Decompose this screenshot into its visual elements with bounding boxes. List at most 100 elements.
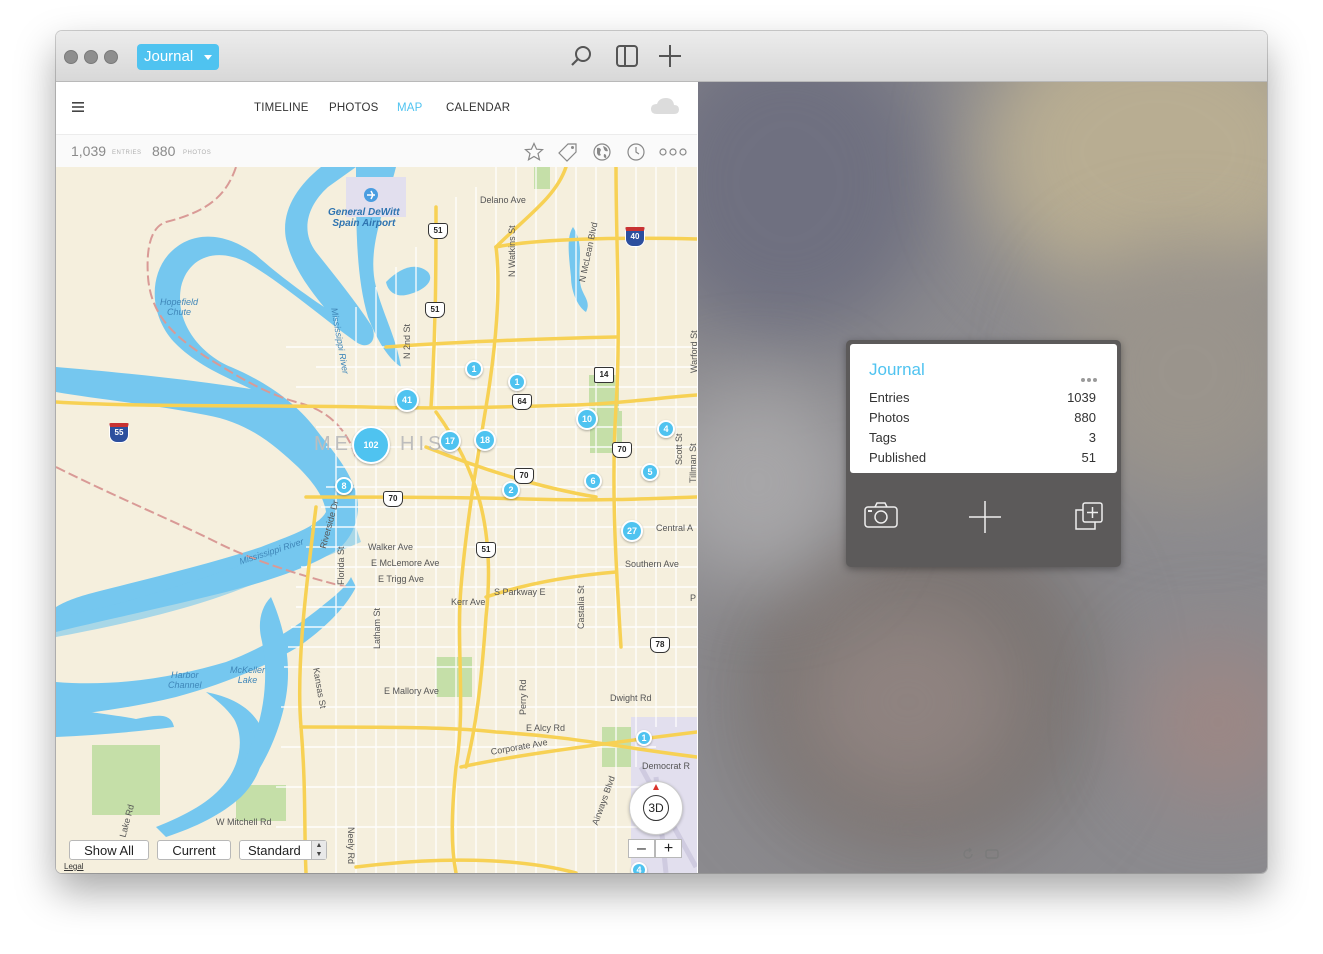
show-all-button[interactable]: Show All bbox=[69, 840, 149, 860]
tab-map[interactable]: MAP bbox=[397, 102, 423, 114]
map-street-label: Florida St bbox=[336, 546, 346, 585]
tab-timeline[interactable]: TIMELINE bbox=[254, 102, 309, 114]
interstate-shield: 55 bbox=[109, 423, 129, 443]
map-street-label: Kerr Ave bbox=[451, 597, 486, 607]
map-street-label: Delano Ave bbox=[480, 195, 526, 205]
water-label: Harbor Channel bbox=[168, 670, 202, 690]
city-label: HIS bbox=[400, 433, 446, 455]
map-entry-pin[interactable]: 18 bbox=[474, 429, 496, 451]
map-street-label: Scott St bbox=[674, 433, 684, 465]
camera-icon[interactable] bbox=[864, 501, 898, 529]
highway-shield: 14 bbox=[594, 367, 614, 383]
highway-shield: 51 bbox=[476, 542, 496, 558]
map-entry-pin[interactable]: 41 bbox=[395, 388, 419, 412]
journal-selector-label: Journal bbox=[144, 48, 194, 65]
3d-toggle-button[interactable]: 3D bbox=[643, 795, 669, 821]
map-street-label: Central A bbox=[656, 523, 694, 533]
interstate-shield: 40 bbox=[625, 227, 645, 247]
nav-bar: TIMELINE PHOTOS MAP CALENDAR bbox=[56, 82, 697, 134]
search-icon[interactable] bbox=[569, 43, 595, 69]
journal-card-title: Journal bbox=[869, 360, 925, 379]
map-street-label: P bbox=[690, 593, 697, 603]
map-view[interactable]: Delano Ave N Watkins St N McLean Blvd Wa… bbox=[56, 167, 697, 873]
globe-icon[interactable] bbox=[592, 142, 612, 162]
tags-row-value: 3 bbox=[1088, 430, 1096, 445]
map-style-value: Standard bbox=[248, 843, 301, 858]
map-street-label: W Mitchell Rd bbox=[216, 817, 272, 827]
compass-control[interactable]: 3D bbox=[629, 781, 683, 835]
map-entry-pin[interactable]: 5 bbox=[641, 463, 659, 481]
map-street-label: N 2nd St bbox=[402, 323, 412, 359]
map-entry-pin[interactable]: 10 bbox=[576, 408, 598, 430]
sidebar-toggle-icon[interactable] bbox=[614, 43, 640, 69]
map-street-label: Warford St bbox=[689, 330, 697, 373]
map-canvas bbox=[56, 167, 697, 873]
minimize-window-button[interactable] bbox=[84, 50, 98, 64]
current-location-button[interactable]: Current bbox=[157, 840, 231, 860]
menu-icon[interactable] bbox=[72, 101, 84, 113]
more-icon[interactable] bbox=[659, 142, 687, 162]
title-bar: Journal bbox=[56, 31, 1267, 82]
entries-label: ENTRIES bbox=[112, 150, 142, 156]
published-row-label: Published bbox=[869, 450, 927, 465]
tab-photos[interactable]: PHOTOS bbox=[329, 102, 379, 114]
zoom-window-button[interactable] bbox=[104, 50, 118, 64]
journal-card-info: Journal Entries 1039 Photos 880 Tags 3 P… bbox=[850, 344, 1117, 473]
more-icon[interactable] bbox=[1079, 369, 1097, 387]
refresh-icon[interactable] bbox=[961, 847, 975, 861]
journal-card[interactable]: Journal Entries 1039 Photos 880 Tags 3 P… bbox=[846, 340, 1121, 567]
map-entry-pin[interactable]: 4 bbox=[657, 420, 675, 438]
map-entry-pin[interactable]: 4 bbox=[631, 862, 647, 873]
chevron-down-icon bbox=[204, 55, 212, 60]
photos-label: PHOTOS bbox=[183, 150, 212, 156]
photos-row-label: Photos bbox=[869, 410, 910, 425]
city-label: ME bbox=[314, 433, 352, 455]
map-entry-pin[interactable]: 1 bbox=[465, 360, 483, 378]
map-style-select[interactable]: Standard ▲ ▼ bbox=[239, 840, 327, 860]
map-street-label: E McLemore Ave bbox=[371, 558, 440, 568]
published-row-value: 51 bbox=[1081, 450, 1096, 465]
stats-bar: 1,039 ENTRIES 880 PHOTOS bbox=[56, 134, 697, 168]
map-street-label: E Mallory Ave bbox=[384, 686, 439, 696]
highway-shield: 70 bbox=[514, 468, 534, 484]
tag-icon[interactable] bbox=[558, 142, 578, 162]
map-entry-pin[interactable]: 6 bbox=[584, 472, 602, 490]
plus-icon[interactable] bbox=[968, 500, 1002, 534]
map-entry-pin[interactable]: 27 bbox=[621, 520, 643, 542]
legal-link[interactable]: Legal bbox=[64, 862, 84, 871]
map-street-label: Southern Ave bbox=[625, 559, 679, 569]
star-icon[interactable] bbox=[524, 142, 544, 162]
tab-calendar[interactable]: CALENDAR bbox=[446, 102, 510, 114]
zoom-in-button[interactable]: + bbox=[655, 839, 682, 858]
map-street-label: E Trigg Ave bbox=[378, 574, 424, 584]
highway-shield: 70 bbox=[612, 442, 632, 458]
cloud-sync-icon[interactable] bbox=[650, 96, 680, 116]
map-street-label: Tillman St bbox=[688, 443, 697, 483]
plus-icon[interactable] bbox=[657, 43, 683, 69]
journal-selector-button[interactable]: Journal bbox=[137, 44, 219, 70]
compass-north-icon bbox=[653, 784, 659, 790]
background-blur bbox=[798, 602, 1018, 802]
map-street-label: Dwight Rd bbox=[610, 693, 652, 703]
map-entry-pin[interactable]: 102 bbox=[352, 426, 390, 464]
map-entry-pin[interactable]: 1 bbox=[636, 730, 652, 746]
highway-shield: 51 bbox=[425, 302, 445, 318]
main-pane: TIMELINE PHOTOS MAP CALENDAR 1,039 ENTRI… bbox=[56, 82, 697, 873]
highway-shield: 51 bbox=[428, 223, 448, 239]
background-blur bbox=[698, 82, 938, 342]
photos-count: 880 bbox=[152, 143, 176, 159]
entries-count: 1,039 bbox=[71, 143, 107, 159]
map-street-label: Perry Rd bbox=[518, 679, 528, 715]
map-entry-pin[interactable]: 1 bbox=[508, 373, 526, 391]
map-entry-pin[interactable]: 8 bbox=[335, 477, 353, 495]
map-entry-pin[interactable]: 17 bbox=[439, 430, 461, 452]
map-entry-pin[interactable]: 2 bbox=[502, 481, 520, 499]
zoom-out-button[interactable]: – bbox=[628, 839, 655, 858]
preview-icon[interactable] bbox=[985, 849, 999, 859]
close-window-button[interactable] bbox=[64, 50, 78, 64]
map-street-label: S Parkway E bbox=[494, 587, 546, 597]
clock-icon[interactable] bbox=[626, 142, 646, 162]
duplicate-icon[interactable] bbox=[1074, 501, 1104, 531]
journal-cover-pane: Journal Entries 1039 Photos 880 Tags 3 P… bbox=[698, 82, 1267, 873]
tags-row-label: Tags bbox=[869, 430, 897, 445]
